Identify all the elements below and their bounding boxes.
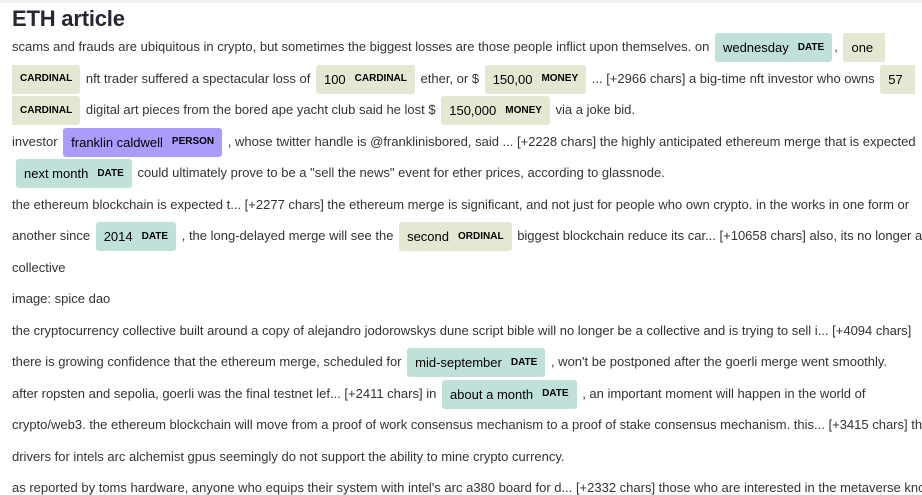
text-span: another since	[12, 228, 91, 243]
entity-text: about a month	[449, 386, 534, 402]
text-line: crypto/web3. the ethereum blockchain wil…	[12, 409, 922, 441]
text-span: after ropsten and sepolia, goerli was th…	[12, 385, 437, 401]
text-span: crypto/web3. the ethereum blockchain wil…	[12, 417, 922, 432]
text-span: digital art pieces from the bored ape ya…	[85, 102, 436, 117]
entity-cardinal-label: CARDINAL	[12, 96, 81, 126]
text-line: CARDINAL nft trader suffered a spectacul…	[12, 63, 915, 95]
text-span: biggest blockchain reduce its car... [+1…	[517, 228, 922, 243]
text-line: next month DATE could ultimately prove to…	[12, 157, 912, 189]
text-span: image: spice dao	[12, 291, 111, 306]
entity-label: CARDINAL	[354, 73, 407, 85]
text-line: CARDINAL digital art pieces from the bor…	[12, 94, 912, 126]
text-span: the cryptocurrency collective built arou…	[12, 322, 912, 338]
article-page: ETH article scams and frauds are ubiquit…	[0, 0, 922, 495]
text-span: investor	[12, 133, 58, 149]
text-line: drivers for intels arc alchemist gpus se…	[12, 441, 912, 473]
text-line: after ropsten and sepolia, goerli was th…	[12, 378, 912, 410]
text-line: the cryptocurrency collective built arou…	[12, 315, 912, 347]
text-span: as reported by toms hardware, anyone who…	[12, 480, 922, 495]
entity-date: mid-september DATE	[407, 348, 546, 378]
text-line: image: spice dao	[12, 283, 912, 315]
entity-money: 150,000 MONEY	[441, 96, 550, 126]
entity-cardinal: 57	[880, 64, 915, 94]
text-line: another since 2014 DATE , the long-delaye…	[12, 220, 922, 252]
entity-text: 100	[323, 71, 346, 87]
text-span: the ethereum blockchain is expected t...…	[12, 196, 910, 212]
entity-label: CARDINAL	[20, 104, 73, 116]
text-span: scams and frauds are ubiquitous in crypt…	[12, 39, 710, 54]
entity-text: wednesday	[722, 40, 789, 56]
entity-date: about a month DATE	[441, 379, 577, 409]
entity-date: 2014 DATE	[95, 222, 177, 252]
entity-label: MONEY	[505, 104, 542, 116]
top-bar	[0, 0, 922, 3]
text-span: ... [+2966 chars] a big-time nft investo…	[591, 70, 875, 86]
text-span: , won't be postponed after the goerli me…	[550, 354, 888, 369]
entity-label: DATE	[797, 41, 825, 53]
entity-label: DATE	[542, 388, 569, 400]
text-line: scams and frauds are ubiquitous in crypt…	[12, 31, 912, 63]
text-span: , whose twitter handle is @franklinisbor…	[227, 133, 916, 149]
text-line: investor franklin caldwell PERSON , whose…	[12, 126, 916, 158]
entity-label: MONEY	[541, 73, 579, 85]
entity-text: next month	[24, 166, 89, 182]
text-span: collective	[12, 259, 66, 275]
text-span: ether, or $	[420, 70, 480, 86]
entity-person: franklin caldwell PERSON	[63, 127, 223, 157]
entity-cardinal: 100 CARDINAL	[315, 64, 415, 94]
entity-label: ORDINAL	[458, 230, 504, 242]
entity-text: one	[851, 40, 874, 56]
entity-cardinal-label: CARDINAL	[12, 64, 81, 94]
entity-date: next month DATE	[16, 159, 132, 189]
entity-text: franklin caldwell	[71, 134, 163, 150]
text-span: , the long-delayed merge will see the	[181, 228, 394, 243]
entity-text: mid-september	[415, 355, 502, 371]
text-line: the ethereum blockchain is expected t...…	[12, 189, 912, 221]
text-line: as reported by toms hardware, anyone who…	[12, 472, 922, 495]
entity-ordinal: second ORDINAL	[399, 222, 512, 252]
entity-label: DATE	[510, 356, 538, 368]
entity-label: DATE	[141, 230, 169, 242]
entity-money: 150,00 MONEY	[484, 64, 587, 94]
text-line: collective	[12, 252, 912, 284]
page-title: ETH article	[12, 6, 125, 31]
entity-text: 2014	[103, 229, 133, 245]
entity-cardinal: one	[843, 33, 886, 63]
entity-date: wednesday DATE	[714, 33, 833, 63]
entity-text: second	[407, 229, 449, 245]
entity-label: DATE	[97, 167, 124, 179]
entity-label: PERSON	[171, 136, 215, 148]
text-span: there is growing confidence that the eth…	[12, 354, 402, 369]
text-span: ,	[834, 39, 838, 54]
text-line: there is growing confidence that the eth…	[12, 346, 912, 378]
entity-text: 150,000	[449, 103, 497, 119]
text-span: drivers for intels arc alchemist gpus se…	[12, 448, 565, 464]
entity-visualization: scams and frauds are ubiquitous in crypt…	[12, 31, 922, 495]
entity-text: 57	[888, 71, 903, 87]
entity-text: 150,00	[492, 71, 533, 87]
text-span: could ultimately prove to be a "sell the…	[137, 165, 665, 180]
text-span: nft trader suffered a spectacular loss o…	[85, 70, 311, 86]
entity-label: CARDINAL	[20, 73, 73, 85]
text-span: , an important moment will happen in the…	[582, 385, 866, 401]
text-span: via a joke bid.	[555, 102, 636, 117]
